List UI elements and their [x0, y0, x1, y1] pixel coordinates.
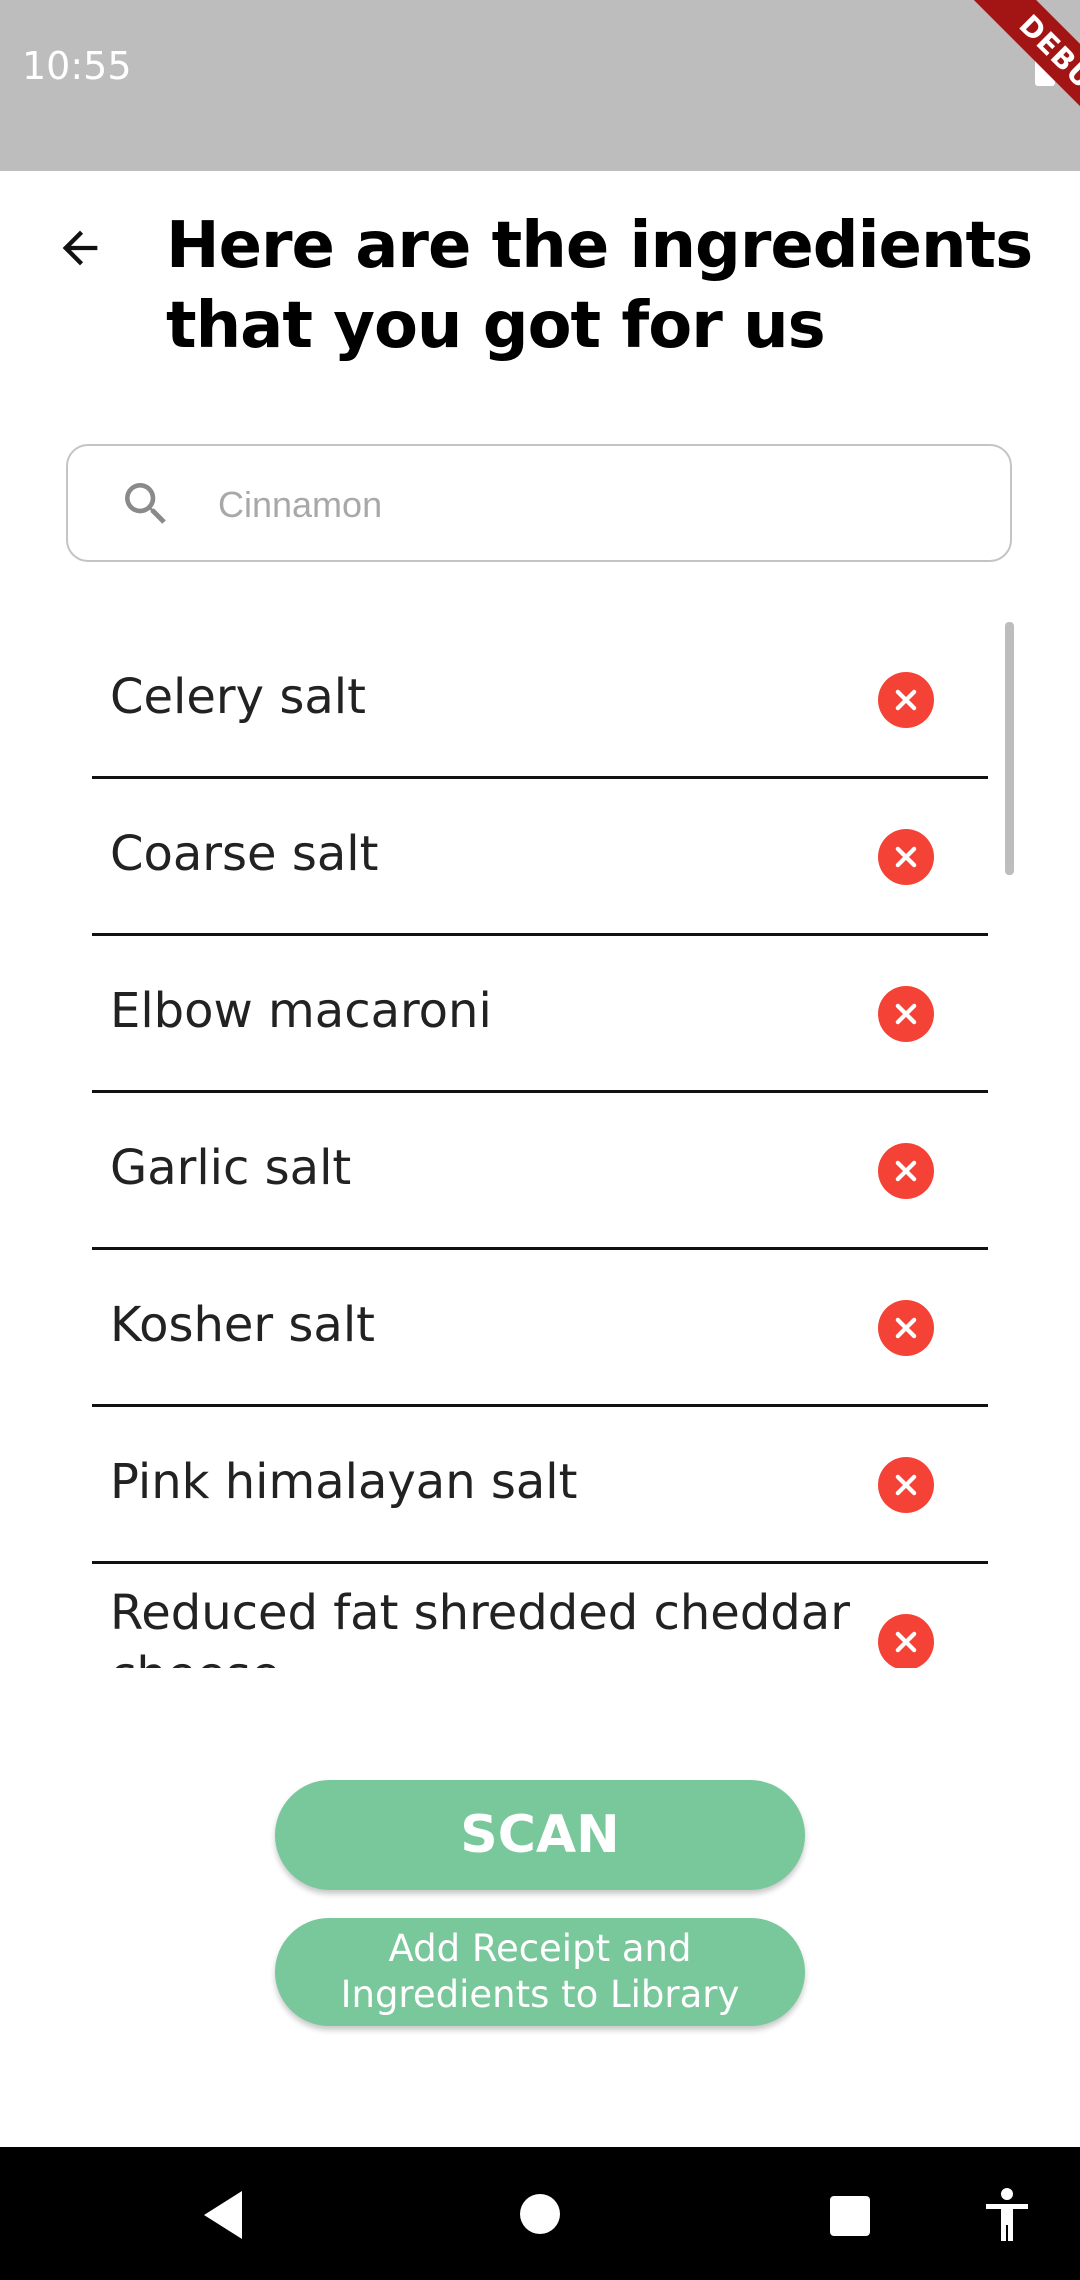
- add-to-library-button[interactable]: Add Receipt and Ingredients to Library: [275, 1918, 805, 2026]
- list-item: Garlic salt: [92, 1093, 988, 1250]
- search-input[interactable]: [216, 474, 980, 536]
- close-icon: [895, 1317, 917, 1339]
- nav-home-button[interactable]: [519, 2193, 561, 2235]
- ingredient-name: Coarse salt: [110, 826, 379, 882]
- remove-ingredient-button[interactable]: [878, 1614, 934, 1668]
- close-icon: [895, 1474, 917, 1496]
- ingredient-name: Garlic salt: [110, 1140, 352, 1196]
- remove-ingredient-button[interactable]: [878, 672, 934, 728]
- remove-ingredient-button[interactable]: [878, 1143, 934, 1199]
- back-button[interactable]: [40, 208, 120, 288]
- back-triangle-icon: [204, 2191, 242, 2239]
- close-icon: [895, 1003, 917, 1025]
- status-bar: 10:55 DEBUG: [0, 0, 1080, 171]
- close-icon: [895, 689, 917, 711]
- search-icon: [125, 483, 166, 524]
- list-item: Pink himalayan salt: [92, 1407, 988, 1564]
- list-scrollbar[interactable]: [1005, 622, 1014, 875]
- nav-accessibility-button[interactable]: [982, 2187, 1032, 2243]
- ingredient-list[interactable]: Celery salt Coarse salt Elbow macaroni G…: [92, 622, 988, 1668]
- list-item: Elbow macaroni: [92, 936, 988, 1093]
- status-time: 10:55: [22, 44, 132, 88]
- home-circle-icon: [520, 2194, 560, 2234]
- nav-recents-button[interactable]: [829, 2195, 871, 2237]
- ingredient-name: Kosher salt: [110, 1297, 375, 1353]
- accessibility-icon: [986, 2188, 1028, 2241]
- debug-banner: DEBUG: [971, 0, 1080, 154]
- list-item: Coarse salt: [92, 779, 988, 936]
- remove-ingredient-button[interactable]: [878, 986, 934, 1042]
- nav-back-button[interactable]: [198, 2187, 248, 2243]
- close-icon: [895, 1631, 917, 1653]
- arrow-left-icon: [62, 230, 98, 266]
- close-icon: [895, 846, 917, 868]
- ingredient-name: Celery salt: [110, 669, 366, 725]
- ingredient-name: Elbow macaroni: [110, 983, 492, 1039]
- list-item: Kosher salt: [92, 1250, 988, 1407]
- remove-ingredient-button[interactable]: [878, 829, 934, 885]
- list-item: Reduced fat shredded cheddar cheese: [92, 1564, 988, 1668]
- recents-square-icon: [830, 2196, 870, 2236]
- scan-button[interactable]: SCAN: [275, 1780, 805, 1890]
- ingredient-name: Pink himalayan salt: [110, 1454, 578, 1510]
- ingredient-name: Reduced fat shredded cheddar cheese: [110, 1585, 850, 1668]
- search-box[interactable]: [66, 444, 1012, 562]
- close-icon: [895, 1160, 917, 1182]
- page-title: Here are the ingredients that you got fo…: [166, 209, 1033, 363]
- remove-ingredient-button[interactable]: [878, 1457, 934, 1513]
- list-item: Celery salt: [92, 622, 988, 779]
- system-nav-bar: [0, 2147, 1080, 2280]
- remove-ingredient-button[interactable]: [878, 1300, 934, 1356]
